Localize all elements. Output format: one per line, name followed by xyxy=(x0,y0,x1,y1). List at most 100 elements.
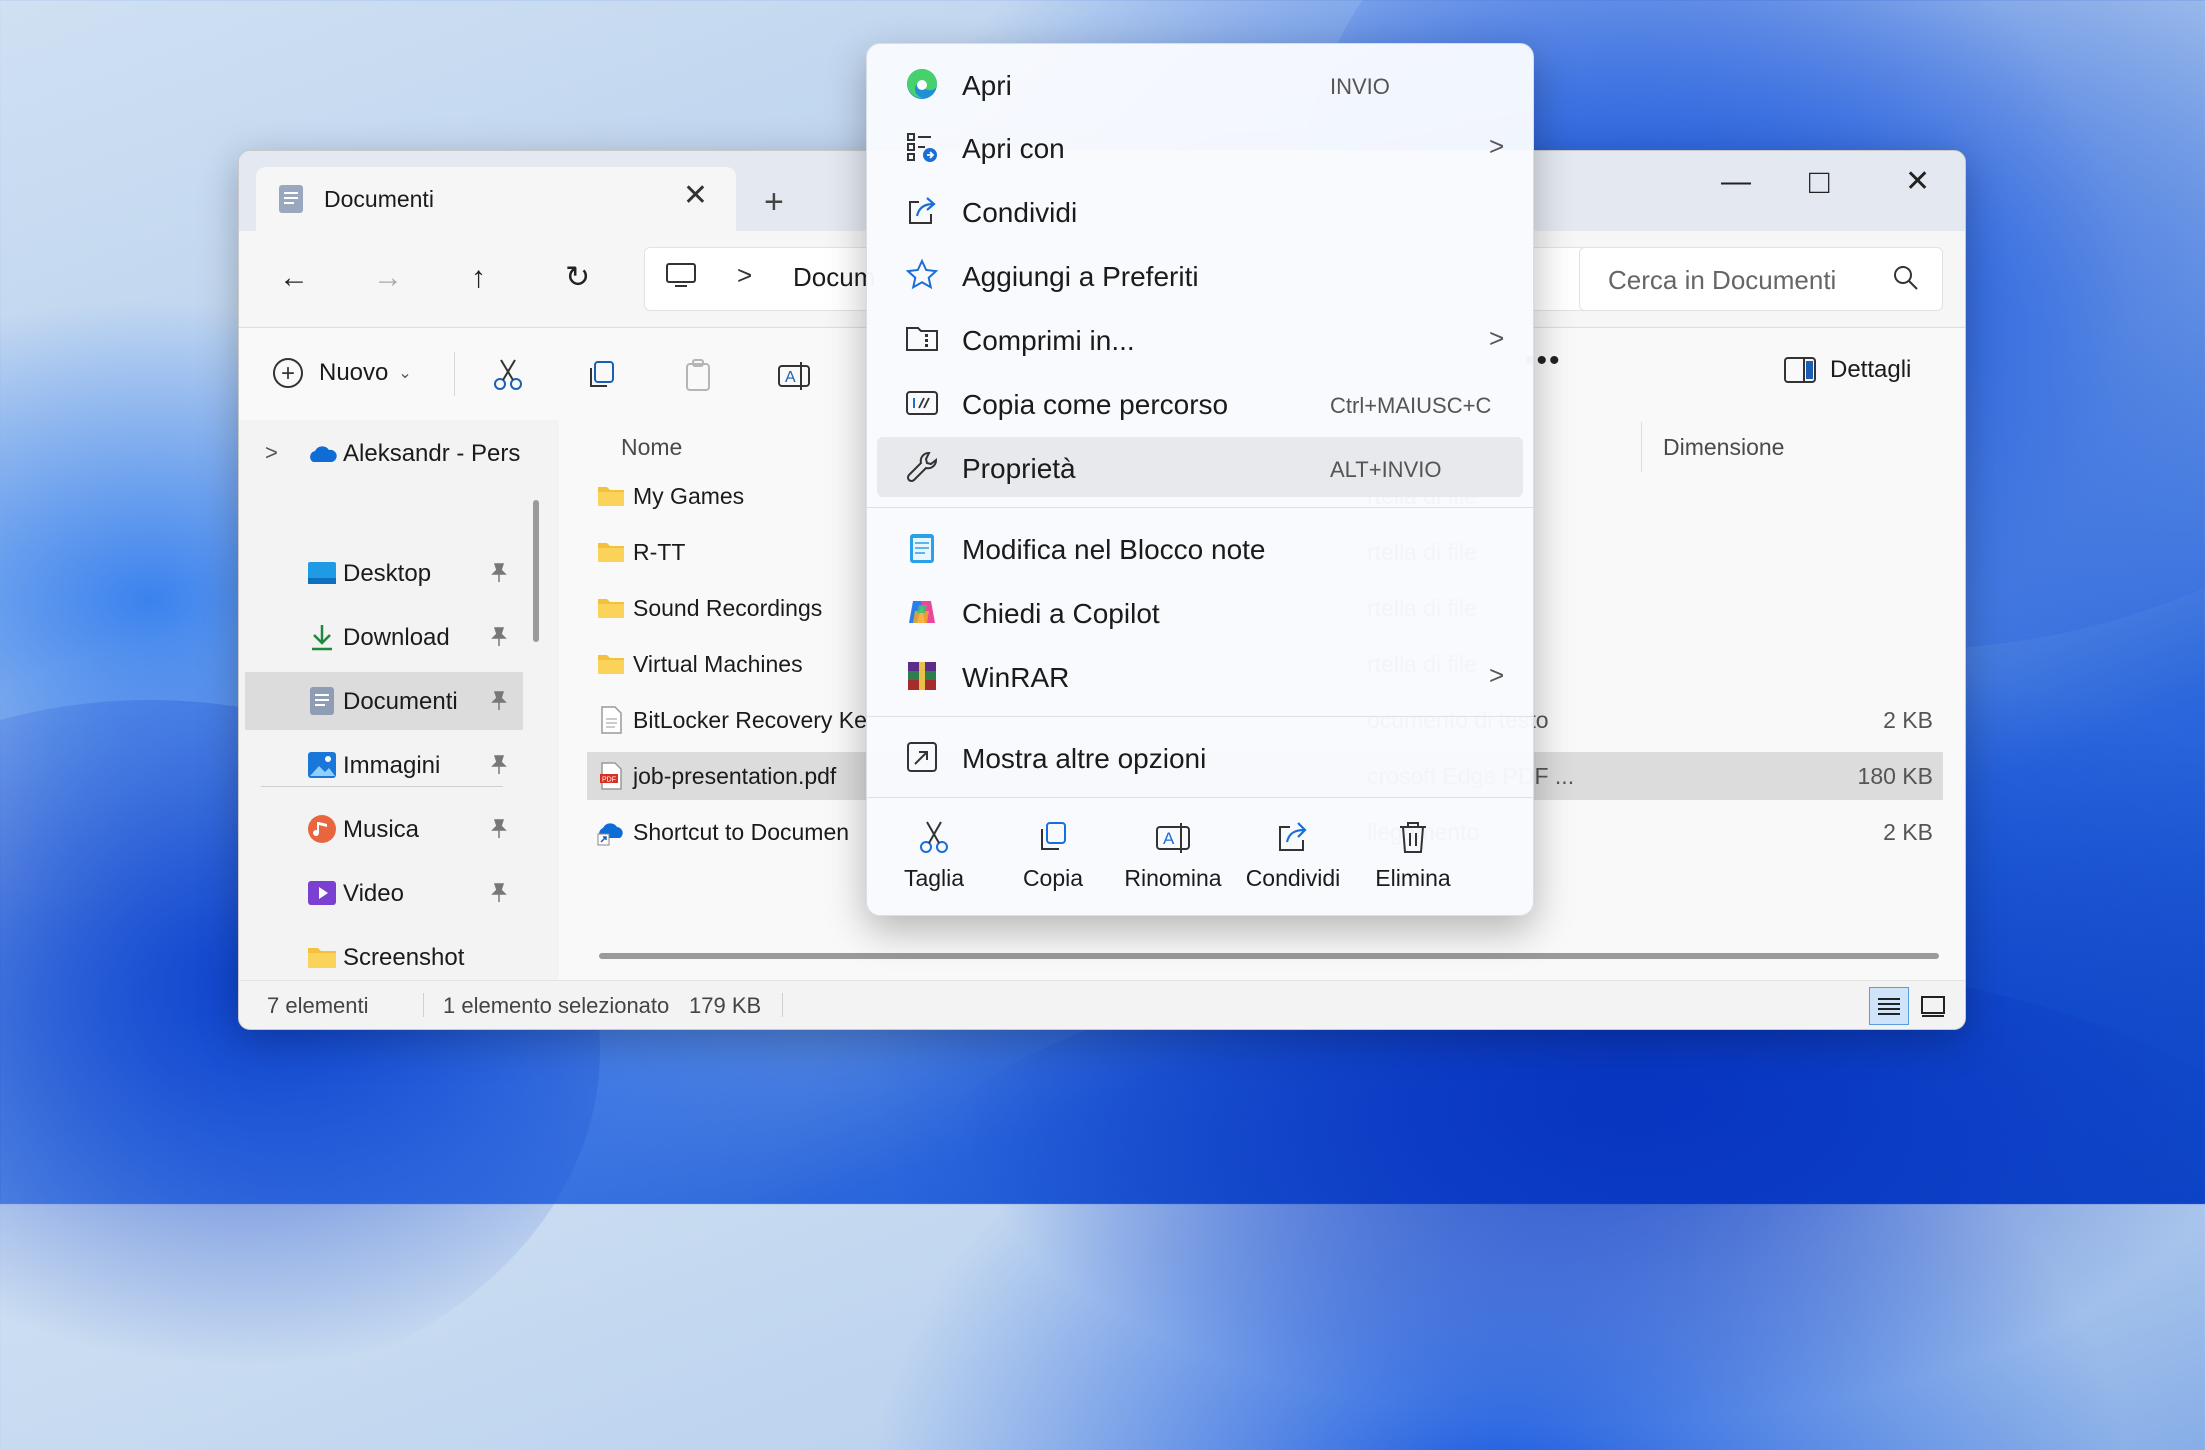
copilot-icon xyxy=(909,601,935,623)
menu-item-label: Condividi xyxy=(962,197,1078,228)
quick-action-label: Taglia xyxy=(903,865,965,891)
folder-icon xyxy=(598,599,624,618)
maximize-button[interactable]: □ xyxy=(1809,165,1830,199)
sidebar-item-label: Immagini xyxy=(343,752,441,779)
file-name: Sound Recordings xyxy=(633,595,823,621)
pin-icon[interactable] xyxy=(489,626,509,648)
pictures-icon xyxy=(308,752,336,778)
quick-action-label: Copia xyxy=(1022,865,1084,891)
sidebar-item-download[interactable]: Download xyxy=(239,608,549,666)
sidebar-item-label: Download xyxy=(343,624,450,651)
pin-icon[interactable] xyxy=(489,882,509,904)
details-view-button[interactable] xyxy=(1869,987,1909,1025)
quick-action-elimina[interactable]: Elimina xyxy=(1358,819,1468,909)
sidebar-item-label: Desktop xyxy=(343,560,432,587)
documents-icon xyxy=(310,687,334,715)
submenu-chevron-icon: > xyxy=(1489,131,1505,161)
copy-icon[interactable] xyxy=(585,358,619,392)
search-box[interactable]: Cerca in Documenti xyxy=(1579,247,1943,311)
column-header-size[interactable]: Dimensione xyxy=(1663,434,1784,461)
minimize-button[interactable]: — xyxy=(1721,167,1751,197)
menu-item-winrar[interactable]: WinRAR > xyxy=(877,646,1523,706)
refresh-button[interactable]: ↻ xyxy=(565,261,590,295)
file-name: Shortcut to Documen xyxy=(633,819,850,845)
menu-shortcut: ALT+INVIO xyxy=(1330,457,1442,482)
sidebar-item-label: Screenshot xyxy=(343,944,465,971)
download-icon xyxy=(312,625,332,651)
close-window-button[interactable]: ✕ xyxy=(1905,167,1930,197)
menu-item-blocco-note[interactable]: Modifica nel Blocco note xyxy=(877,518,1523,578)
paste-icon[interactable] xyxy=(681,358,715,392)
pin-icon[interactable] xyxy=(489,818,509,840)
folder-icon xyxy=(308,948,336,968)
sidebar-item-onedrive[interactable]: > Aleksandr - Pers xyxy=(239,424,549,482)
quick-action-rinomina[interactable]: A Rinomina xyxy=(1118,819,1228,909)
menu-item-altre-opzioni[interactable]: Mostra altre opzioni xyxy=(877,727,1523,787)
rename-icon: A xyxy=(1156,823,1190,853)
svg-text:A: A xyxy=(785,369,796,386)
tab-close-icon[interactable]: ✕ xyxy=(683,181,708,211)
file-name: job-presentation.pdf xyxy=(633,763,837,789)
sidebar-item-musica[interactable]: Musica xyxy=(239,800,549,858)
new-label: Nuovo xyxy=(319,359,389,386)
submenu-chevron-icon: > xyxy=(1489,660,1505,690)
cut-icon[interactable] xyxy=(491,358,525,392)
sidebar-item-video[interactable]: Video xyxy=(239,864,549,922)
menu-item-copilot[interactable]: Chiedi a Copilot xyxy=(877,582,1523,642)
wrench-icon xyxy=(906,452,937,483)
pin-icon[interactable] xyxy=(489,690,509,712)
folder-icon xyxy=(598,655,624,674)
quick-action-taglia[interactable]: Taglia xyxy=(879,819,989,909)
forward-button[interactable]: → xyxy=(373,261,403,295)
rename-icon[interactable]: A xyxy=(777,358,811,392)
menu-item-comprimi[interactable]: Comprimi in... > xyxy=(877,309,1523,369)
breadcrumb-separator[interactable]: > xyxy=(737,260,752,291)
status-separator xyxy=(423,993,424,1017)
new-button[interactable]: + Nuovo ⌄ xyxy=(273,358,412,388)
column-header-name[interactable]: Nome xyxy=(621,434,682,461)
folder-icon xyxy=(598,543,624,562)
sidebar-item-label: Documenti xyxy=(343,688,458,715)
status-bar: 7 elementi 1 elemento selezionato 179 KB xyxy=(239,980,1965,1029)
computer-icon xyxy=(666,263,696,287)
menu-item-condividi[interactable]: Condividi xyxy=(877,181,1523,241)
breadcrumb-segment[interactable]: Docum xyxy=(793,262,875,293)
sidebar-scrollbar[interactable] xyxy=(533,500,539,642)
tab-documenti[interactable]: Documenti ✕ xyxy=(256,167,736,231)
quick-action-condividi[interactable]: Condividi xyxy=(1238,819,1348,909)
details-button[interactable]: Dettagli xyxy=(1784,356,1911,384)
pin-icon[interactable] xyxy=(489,754,509,776)
horizontal-scrollbar[interactable] xyxy=(599,953,1939,959)
quick-action-copia[interactable]: Copia xyxy=(998,819,1108,909)
plus-icon: + xyxy=(273,358,303,388)
menu-item-aggiungi-preferiti[interactable]: Aggiungi a Preferiti xyxy=(877,245,1523,305)
video-icon xyxy=(308,881,336,905)
pin-icon[interactable] xyxy=(489,562,509,584)
quick-action-label: Elimina xyxy=(1375,865,1451,891)
up-button[interactable]: ↑ xyxy=(471,261,486,295)
menu-item-apri[interactable]: Apri INVIO xyxy=(877,54,1523,114)
file-size: 2 KB xyxy=(1883,819,1933,845)
sidebar-item-documenti[interactable]: Documenti xyxy=(245,672,523,730)
menu-item-proprieta[interactable]: Proprietà ALT+INVIO xyxy=(877,437,1523,497)
selection-size: 179 KB xyxy=(689,993,762,1018)
search-input[interactable]: Cerca in Documenti xyxy=(1608,265,1836,296)
menu-item-label: Chiedi a Copilot xyxy=(962,598,1160,629)
new-tab-button[interactable]: + xyxy=(764,185,784,219)
svg-text:A: A xyxy=(1163,829,1175,848)
expand-chevron-icon[interactable]: > xyxy=(265,440,278,466)
folder-icon xyxy=(598,487,624,506)
back-button[interactable]: ← xyxy=(279,261,309,295)
sidebar-item-screenshot[interactable]: Screenshot xyxy=(239,928,549,986)
sidebar-item-immagini[interactable]: Immagini xyxy=(239,736,549,794)
tiles-view-button[interactable] xyxy=(1913,987,1953,1025)
status-separator xyxy=(782,993,783,1017)
shortcut-icon xyxy=(597,823,623,846)
sidebar-item-desktop[interactable]: Desktop xyxy=(239,544,549,602)
menu-item-apri-con[interactable]: Apri con > xyxy=(877,117,1523,177)
menu-separator xyxy=(867,507,1533,508)
scissors-icon xyxy=(920,821,948,853)
navigation-pane: > Aleksandr - Pers Desktop Download Docu… xyxy=(239,420,559,980)
column-divider xyxy=(1641,422,1642,472)
menu-item-copia-percorso[interactable]: Copia come percorso Ctrl+MAIUSC+C xyxy=(877,373,1523,433)
